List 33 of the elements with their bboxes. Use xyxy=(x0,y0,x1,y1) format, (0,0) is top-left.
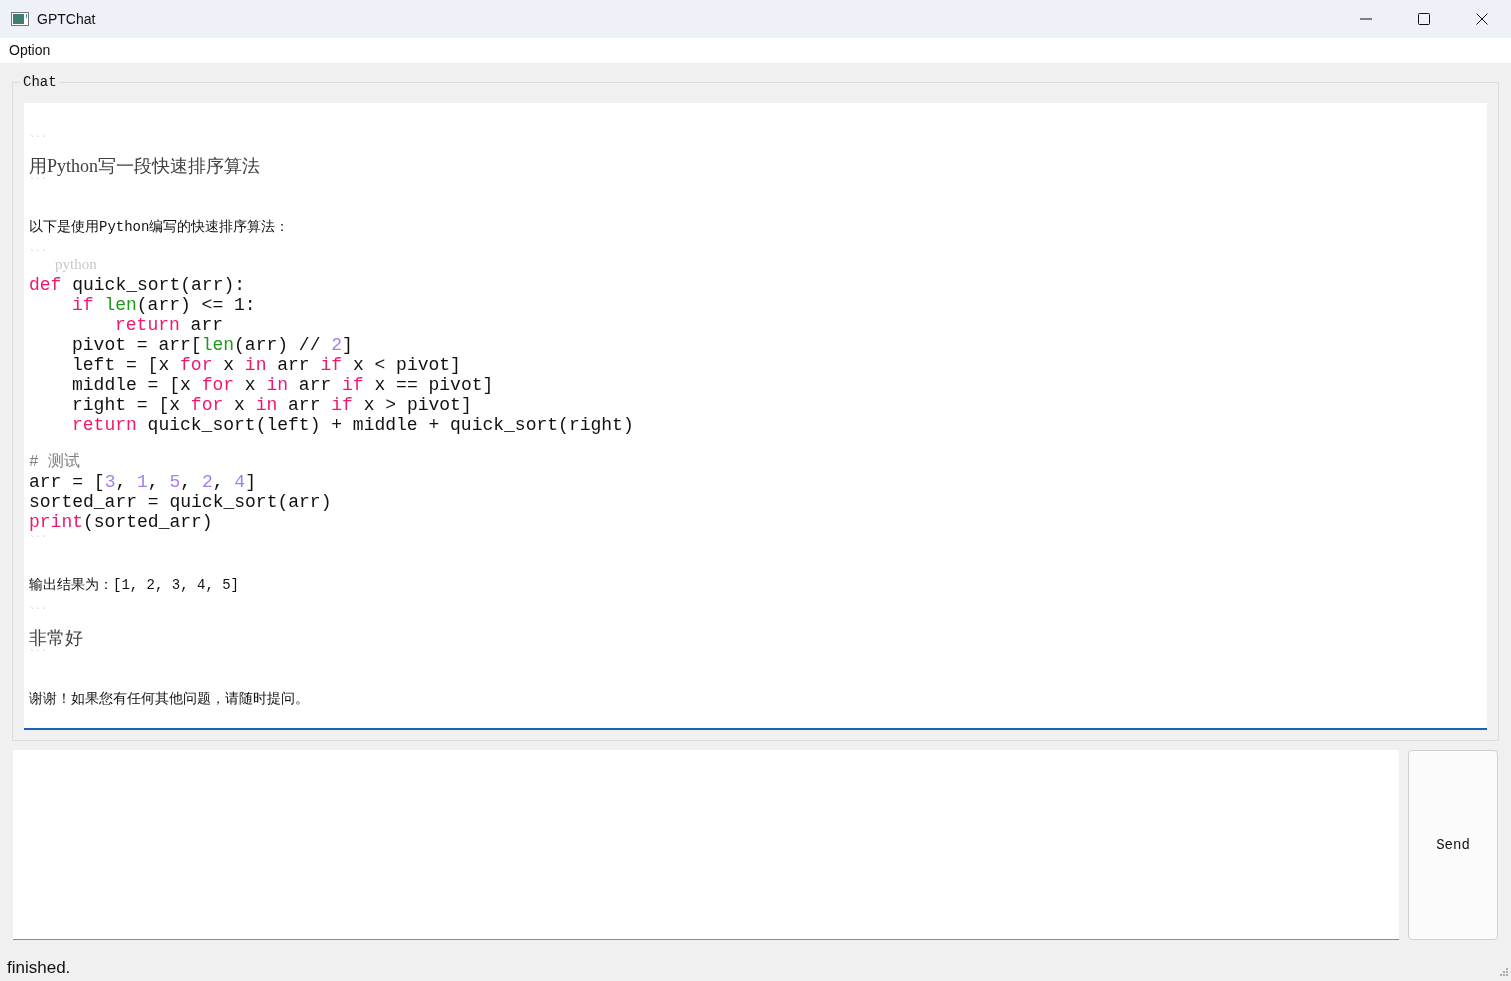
minimize-icon xyxy=(1360,18,1372,20)
assistant-message: 输出结果为：[1, 2, 3, 4, 5] xyxy=(29,577,240,593)
assistant-message: 以下是使用Python编写的快速排序算法： xyxy=(29,219,290,235)
code-line: sorted_arr = quick_sort(arr) xyxy=(29,492,332,512)
message-input[interactable] xyxy=(13,750,1399,940)
window-title: GPTChat xyxy=(37,9,96,29)
code-line: arr = [3, 1, 5, 2, 4] xyxy=(29,472,256,492)
menu-item[interactable]: Option xyxy=(3,40,57,61)
code-line: if len(arr) <= 1: xyxy=(72,295,256,315)
code-fence-mark: ``` xyxy=(29,650,47,661)
resize-grip-icon xyxy=(1499,967,1509,977)
close-icon xyxy=(1476,13,1488,25)
code-fence-mark: ``` xyxy=(29,536,47,547)
code-line: return arr xyxy=(115,315,224,335)
code-line: def quick_sort(arr): xyxy=(29,275,246,295)
code-fence-mark: ``` xyxy=(29,250,47,261)
code-line: right = [x for x in arr if x > pivot] xyxy=(72,395,472,415)
code-fence-mark: ``` xyxy=(29,608,47,619)
assistant-message: 谢谢！如果您有任何其他问题，请随时提问。 xyxy=(29,691,309,707)
code-fence-mark: ``` xyxy=(29,178,47,189)
status-text: finished. xyxy=(7,958,71,978)
user-message: 非常好 xyxy=(29,628,83,648)
code-line: pivot = arr[len(arr) // 2] xyxy=(72,335,353,355)
code-line: print(sorted_arr) xyxy=(29,512,213,532)
app-icon xyxy=(11,12,29,26)
maximize-icon xyxy=(1418,13,1430,25)
code-line: middle = [x for x in arr if x == pivot] xyxy=(72,375,494,395)
code-line: # 测试 xyxy=(29,452,81,472)
send-button[interactable]: Send xyxy=(1408,750,1498,940)
code-fence-mark: ``` xyxy=(29,136,47,147)
code-line: left = [x for x in arr if x < pivot] xyxy=(72,355,461,375)
user-message: 用Python写一段快速排序算法 xyxy=(29,156,260,176)
code-line: return quick_sort(left) + middle + quick_sort(right) xyxy=(72,415,634,435)
